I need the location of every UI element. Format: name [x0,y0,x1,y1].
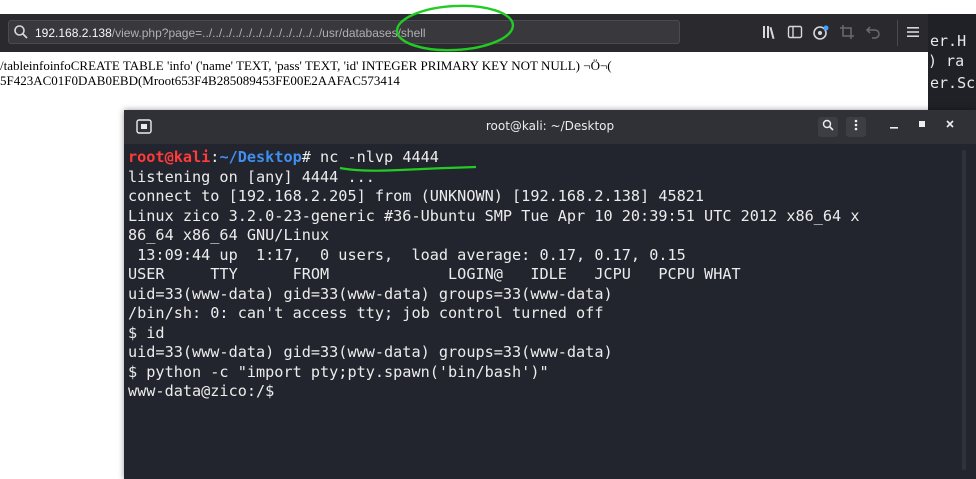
menu-icon[interactable] [904,24,922,42]
page-text-line-1: /tableinfoinfoCREATE TABLE 'info' ('name… [0,58,612,73]
close-button[interactable] [942,118,958,133]
undo-icon[interactable] [864,24,882,42]
terminal-line: 86_64 x86_64 GNU/Linux [128,226,330,244]
maximize-button[interactable] [914,118,930,133]
prompt-mark: # [301,148,321,166]
sidebar-icon[interactable] [786,24,804,42]
terminal-line: 13:09:44 up 1:17, 0 users, load average:… [128,245,686,264]
terminal-line: listening on [any] 4444 ... [128,167,375,186]
terminal-window[interactable]: root@kali: ~/Desktop root@kali:~/Desktop… [124,110,976,479]
bg-term-line: ) ra [928,52,965,70]
library-icon[interactable] [760,24,778,42]
kebab-menu-icon [854,119,858,131]
url-bar[interactable]: 192.168.2.138/view.php?page=../../../../… [8,20,680,44]
bg-term-line: er.Sc [930,74,976,92]
terminal-output[interactable]: root@kali:~/Desktop# nc -nlvp 4444 listen… [128,148,958,402]
maximize-icon [919,121,925,127]
terminal-line: Linux zico 3.2.0-23-generic #36-Ubuntu S… [128,206,860,225]
terminal-line: uid=33(www-data) gid=33(www-data) groups… [128,284,613,303]
extension-icon[interactable] [812,24,830,42]
prompt-user: root@kali [128,148,211,166]
search-icon [822,119,834,131]
terminal-line: $ id [128,323,165,342]
browser-toolbar: 192.168.2.138/view.php?page=../../../../… [0,14,928,52]
crop-icon[interactable] [838,24,856,42]
prompt-path: ~/Desktop [219,148,302,166]
url-path: /view.php?page=../../../../../../../../.… [111,26,426,40]
top-strip [0,0,976,14]
terminal-titlebar[interactable]: root@kali: ~/Desktop [124,110,976,144]
page-text-line-2: 5F423AC01F0DAB0EBD(Mroot653F4B285089453F… [0,73,400,88]
terminal-line: uid=33(www-data) gid=33(www-data) groups… [128,343,613,361]
terminal-command: nc -nlvp 4444 [320,148,439,166]
url-host: 192.168.2.138 [35,26,112,40]
minimize-icon [890,127,898,129]
terminal-line: connect to [192.168.2.205] from (UNKNOWN… [128,187,705,205]
search-button[interactable] [818,117,838,137]
search-icon [14,25,28,39]
terminal-scrollbar[interactable] [962,150,966,470]
terminal-line: /bin/sh: 0: can't access tty; job contro… [128,304,604,322]
terminal-line: USER TTY FROM LOGIN@ IDLE JCPU PCPU WHAT [128,265,741,283]
menu-button[interactable] [846,117,866,137]
minimize-button[interactable] [886,118,902,133]
terminal-line: www-data@zico:/$ [128,382,275,400]
toolbar-separator [897,20,898,46]
terminal-line: $ python -c "import pty;pty.spawn('bin/b… [128,362,549,381]
bg-term-line: er.H [930,32,967,50]
url-text[interactable]: 192.168.2.138/view.php?page=../../../../… [35,25,426,41]
close-icon [946,120,954,128]
terminal-prompt-line: root@kali:~/Desktop# nc -nlvp 4444 [128,148,958,168]
